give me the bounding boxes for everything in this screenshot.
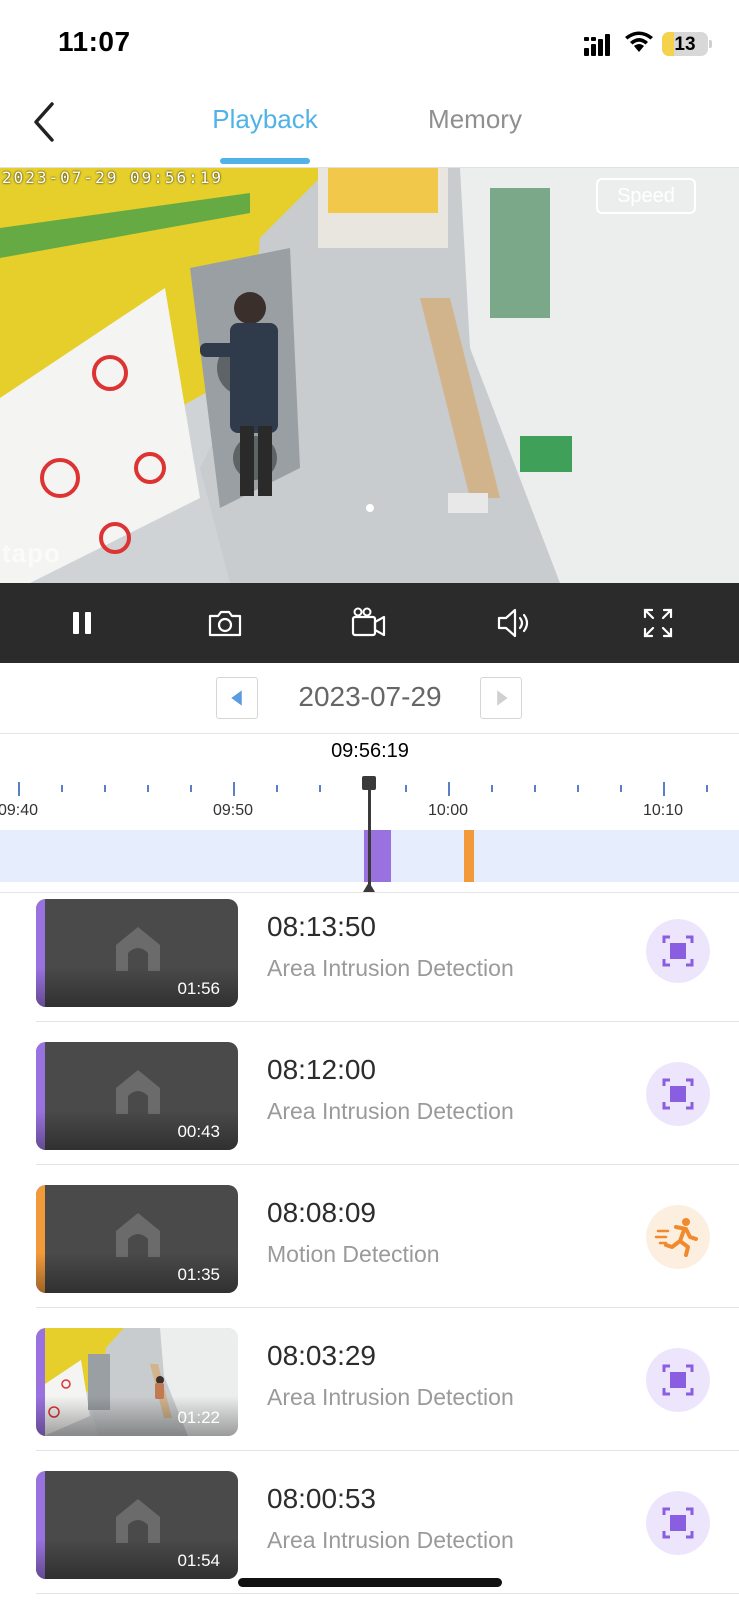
area-intrusion-icon [646,1348,710,1412]
fullscreen-icon[interactable] [638,603,678,643]
tab-memory[interactable]: Memory [410,104,540,135]
divider [36,1450,739,1451]
video-record-icon[interactable] [349,603,389,643]
tab-playback[interactable]: Playback [206,104,324,135]
event-thumbnail[interactable]: 01:54 [36,1471,238,1579]
event-duration: 01:56 [177,979,220,998]
timeline-tick [233,782,235,796]
timeline-label: 10:10 [642,802,684,819]
timeline-tick [276,785,278,792]
home-icon [116,1213,160,1257]
status-bar: 11:07 13 [0,0,739,90]
divider [36,1021,739,1022]
area-intrusion-icon [646,1062,710,1126]
status-time: 11:07 [58,26,131,57]
volume-icon[interactable] [493,603,533,643]
signal-icon [584,34,610,56]
event-thumbnail[interactable]: 01:56 [36,899,238,1007]
playback-controls [0,583,739,663]
timeline-tick [663,782,665,796]
event-time: 08:03:29 [267,1340,376,1371]
timeline-tick [104,785,106,792]
event-duration: 00:43 [177,1122,220,1141]
playhead-marker [363,882,375,892]
camera-snapshot-icon[interactable] [205,603,245,643]
event-duration: 01:35 [177,1265,220,1284]
active-tab-indicator [220,158,310,164]
event-row[interactable]: 01:22 08:03:29 Area Intrusion Detection [0,1322,739,1465]
timeline-tick [706,785,708,792]
timeline-tick [147,785,149,792]
timeline-tick [405,785,407,792]
timeline-tick [620,785,622,792]
divider [36,1164,739,1165]
back-button[interactable] [24,96,64,148]
timeline-tick [491,785,493,792]
speed-button[interactable]: Speed [596,178,696,214]
home-icon [116,1070,160,1114]
area-intrusion-icon [646,919,710,983]
event-time: 08:12:00 [267,1054,376,1085]
event-duration: 01:54 [177,1551,220,1570]
event-type: Area Intrusion Detection [267,1098,514,1124]
battery-icon: 13 [662,32,708,56]
selected-date[interactable]: 2023-07-29 [278,681,462,713]
divider [36,1307,739,1308]
battery-nub [709,40,712,48]
divider [36,1593,739,1594]
event-type: Area Intrusion Detection [267,1384,514,1410]
timeline-label: 10:00 [427,802,469,819]
timeline-tick [319,785,321,792]
event-type: Area Intrusion Detection [267,1527,514,1553]
area-intrusion-icon [646,1491,710,1555]
event-time: 08:08:09 [267,1197,376,1228]
video-timestamp: 2023-07-29 09:56:19 [2,168,224,187]
playhead[interactable] [368,778,371,888]
event-thumbnail[interactable]: 00:43 [36,1042,238,1150]
timeline-label: 09:50 [212,802,254,819]
motion-segment[interactable] [464,830,474,882]
event-time: 08:13:50 [267,911,376,942]
timeline-tick [577,785,579,792]
timeline-current-time: 09:56:19 [331,740,409,762]
running-person-icon [646,1205,710,1269]
wifi-icon [625,31,653,52]
event-duration: 01:22 [177,1408,220,1427]
home-indicator[interactable] [238,1578,502,1587]
event-time: 08:00:53 [267,1483,376,1514]
event-row[interactable]: 01:56 08:13:50 Area Intrusion Detection [0,893,739,1036]
video-player[interactable]: 2023-07-29 09:56:19 Speed tapo [0,168,739,583]
timeline-label: 09:40 [0,802,39,819]
timeline-tick [18,782,20,796]
timeline-tick [61,785,63,792]
timeline-tick [190,785,192,792]
pause-icon[interactable] [62,603,102,643]
event-row[interactable]: 00:43 08:12:00 Area Intrusion Detection [0,1036,739,1179]
next-day-button[interactable] [480,677,522,719]
playhead-handle[interactable] [362,776,376,790]
timeline[interactable]: 09:56:19 09:40 09:50 10:00 10:10 [0,734,739,892]
home-icon [116,927,160,971]
video-frame [0,168,739,583]
event-type: Area Intrusion Detection [267,955,514,981]
timeline-tick [448,782,450,796]
battery-level: 13 [674,34,696,55]
event-thumbnail[interactable]: 01:22 [36,1328,238,1436]
date-selector: 2023-07-29 [0,663,739,733]
timeline-tick [534,785,536,792]
watermark-logo: tapo [2,538,61,568]
home-icon [116,1499,160,1543]
event-type: Motion Detection [267,1241,440,1267]
event-thumbnail[interactable]: 01:35 [36,1185,238,1293]
event-row[interactable]: 01:35 08:08:09 Motion Detection [0,1179,739,1322]
previous-day-button[interactable] [216,677,258,719]
